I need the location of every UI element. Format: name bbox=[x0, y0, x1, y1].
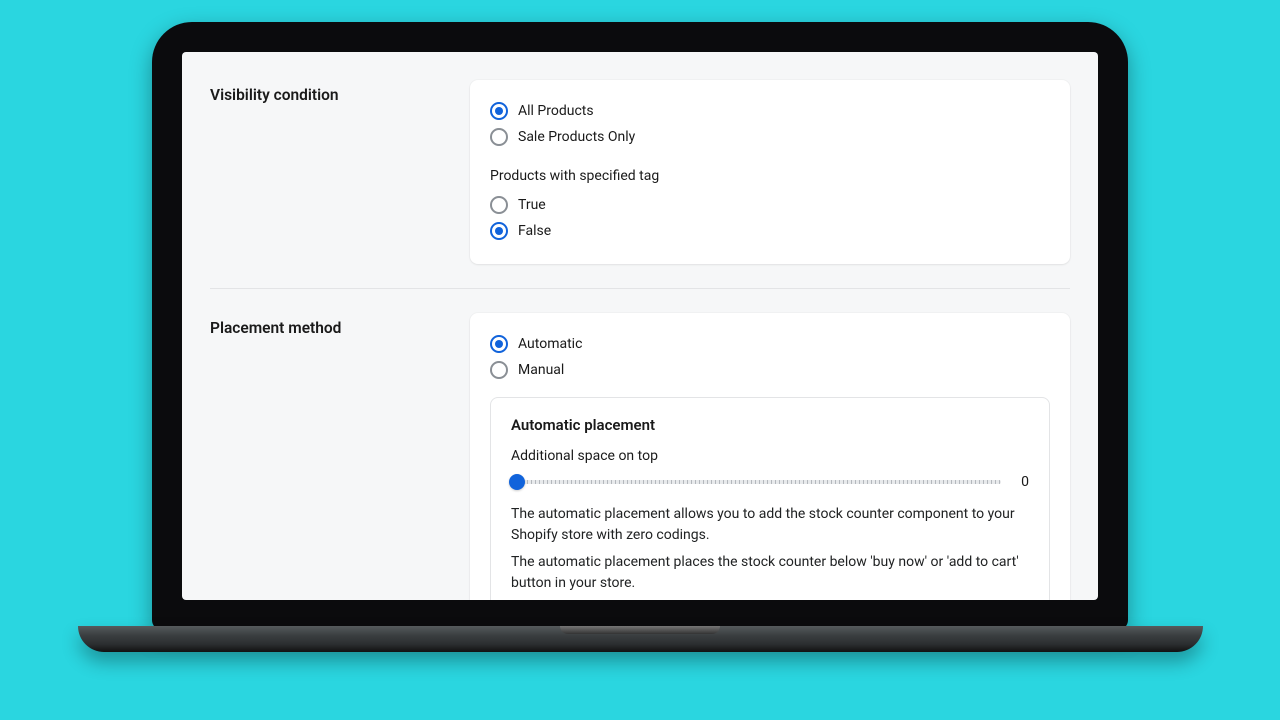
tag-group-label: Products with specified tag bbox=[490, 168, 1050, 184]
laptop-lid: Visibility condition All Products Sale P… bbox=[152, 22, 1128, 630]
auto-placement-title: Automatic placement bbox=[511, 416, 1029, 434]
radio-tag-true[interactable]: True bbox=[490, 192, 1050, 218]
laptop-base bbox=[78, 626, 1203, 652]
radio-placement-manual[interactable]: Manual bbox=[490, 357, 1050, 383]
radio-label: Sale Products Only bbox=[518, 129, 635, 145]
spacing-value: 0 bbox=[1015, 474, 1029, 490]
screen: Visibility condition All Products Sale P… bbox=[182, 52, 1098, 600]
auto-desc-2: The automatic placement places the stock… bbox=[511, 552, 1029, 594]
radio-label: Automatic bbox=[518, 336, 582, 352]
radio-icon bbox=[490, 361, 508, 379]
radio-label: True bbox=[518, 197, 546, 213]
slider-track bbox=[511, 480, 1001, 484]
radio-icon bbox=[490, 102, 508, 120]
laptop-frame: Visibility condition All Products Sale P… bbox=[152, 22, 1128, 652]
section-title-placement: Placement method bbox=[210, 313, 450, 600]
visibility-heading: Visibility condition bbox=[210, 86, 450, 104]
visibility-card: All Products Sale Products Only Products… bbox=[470, 80, 1070, 264]
auto-desc-1: The automatic placement allows you to ad… bbox=[511, 504, 1029, 546]
radio-icon bbox=[490, 128, 508, 146]
automatic-placement-card: Automatic placement Additional space on … bbox=[490, 397, 1050, 600]
radio-icon bbox=[490, 196, 508, 214]
spacing-slider[interactable] bbox=[511, 474, 1001, 490]
spacing-slider-row: 0 bbox=[511, 474, 1029, 490]
radio-tag-false[interactable]: False bbox=[490, 218, 1050, 244]
placement-card: Automatic Manual Automatic placement Add… bbox=[470, 313, 1070, 600]
section-title-visibility: Visibility condition bbox=[210, 80, 450, 264]
radio-sale-products[interactable]: Sale Products Only bbox=[490, 124, 1050, 150]
radio-placement-automatic[interactable]: Automatic bbox=[490, 331, 1050, 357]
placement-heading: Placement method bbox=[210, 319, 450, 337]
radio-icon bbox=[490, 222, 508, 240]
section-placement: Placement method Automatic Manual Autom bbox=[210, 288, 1070, 600]
slider-thumb[interactable] bbox=[509, 474, 525, 490]
radio-label: All Products bbox=[518, 103, 594, 119]
radio-label: Manual bbox=[518, 362, 564, 378]
settings-page: Visibility condition All Products Sale P… bbox=[182, 52, 1098, 600]
radio-all-products[interactable]: All Products bbox=[490, 98, 1050, 124]
spacing-label: Additional space on top bbox=[511, 448, 1029, 464]
radio-label: False bbox=[518, 223, 551, 239]
radio-icon bbox=[490, 335, 508, 353]
section-visibility: Visibility condition All Products Sale P… bbox=[210, 72, 1070, 288]
